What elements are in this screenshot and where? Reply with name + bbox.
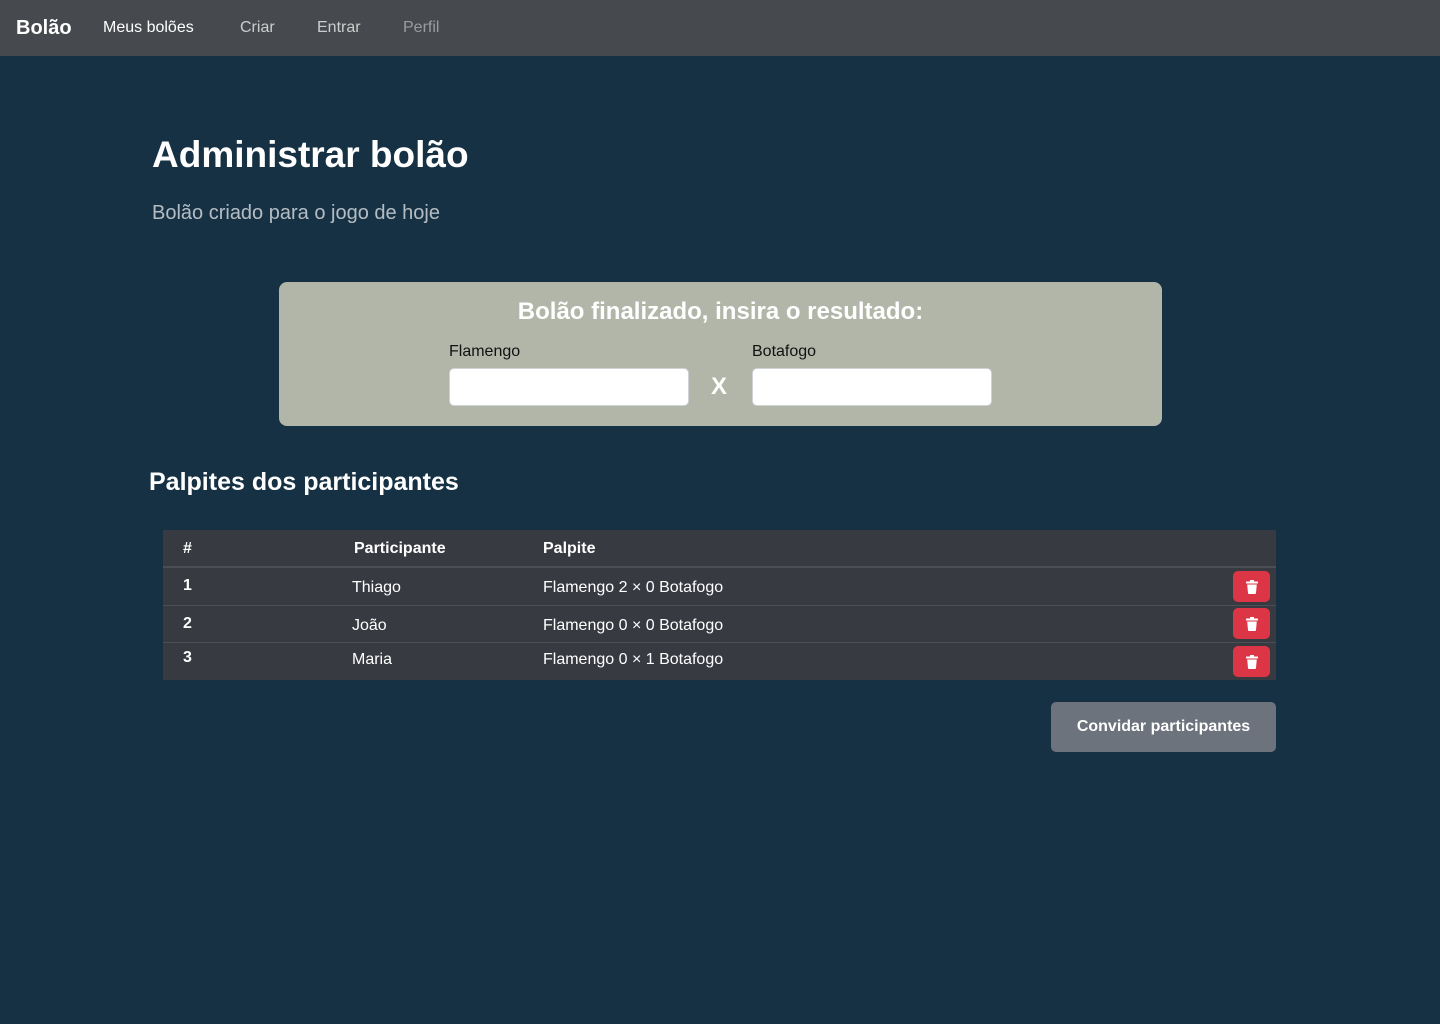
result-heading: Bolão finalizado, insira o resultado: [517, 298, 924, 325]
trash-icon [1245, 654, 1258, 669]
home-score-input[interactable] [449, 368, 689, 406]
row-guess: Flamengo 0 × 0 Botafogo [543, 617, 724, 634]
away-team-label: Botafogo [752, 343, 817, 360]
nav-perfil: Perfil [403, 19, 440, 36]
away-score-input[interactable] [752, 368, 992, 406]
column-header-number: # [183, 540, 192, 557]
home-team-label: Flamengo [449, 343, 521, 360]
guesses-section-title: Palpites dos participantes [149, 468, 459, 496]
nav-entrar[interactable]: Entrar [317, 0, 361, 56]
trash-icon [1245, 616, 1258, 631]
invite-participants-button[interactable]: Convidar participantes [1051, 702, 1276, 752]
nav-criar[interactable]: Criar [240, 0, 275, 56]
result-card: Bolão finalizado, insira o resultado: Fl… [279, 282, 1162, 426]
table-header: # Participante Palpite [163, 530, 1276, 568]
versus-separator: X [711, 373, 728, 400]
page-title: Administrar bolão [152, 134, 469, 175]
page-subtitle: Bolão criado para o jogo de hoje [152, 202, 440, 224]
table-row: 3 Maria Flamengo 0 × 1 Botafogo [163, 643, 1276, 680]
nav-meus-boloes[interactable]: Meus bolões [103, 0, 194, 56]
row-participant: Maria [352, 651, 393, 668]
column-header-participant: Participante [354, 540, 446, 557]
row-number: 3 [183, 649, 192, 666]
trash-icon [1245, 579, 1258, 594]
row-participant: Thiago [352, 579, 401, 596]
row-number: 1 [183, 577, 192, 594]
row-participant: João [352, 617, 387, 634]
table-row: 1 Thiago Flamengo 2 × 0 Botafogo [163, 568, 1276, 606]
row-number: 2 [183, 615, 192, 632]
column-header-guess: Palpite [543, 540, 596, 557]
brand-link[interactable]: Bolão [16, 0, 72, 56]
row-guess: Flamengo 0 × 1 Botafogo [543, 651, 724, 668]
delete-guess-button[interactable] [1233, 608, 1270, 639]
delete-guess-button[interactable] [1233, 646, 1270, 677]
navbar: Bolão Meus bolões Criar Entrar Perfil [0, 0, 1440, 56]
row-guess: Flamengo 2 × 0 Botafogo [543, 579, 724, 596]
delete-guess-button[interactable] [1233, 571, 1270, 602]
guesses-table: # Participante Palpite 1 Thiago Flamengo… [163, 530, 1276, 680]
table-row: 2 João Flamengo 0 × 0 Botafogo [163, 606, 1276, 643]
